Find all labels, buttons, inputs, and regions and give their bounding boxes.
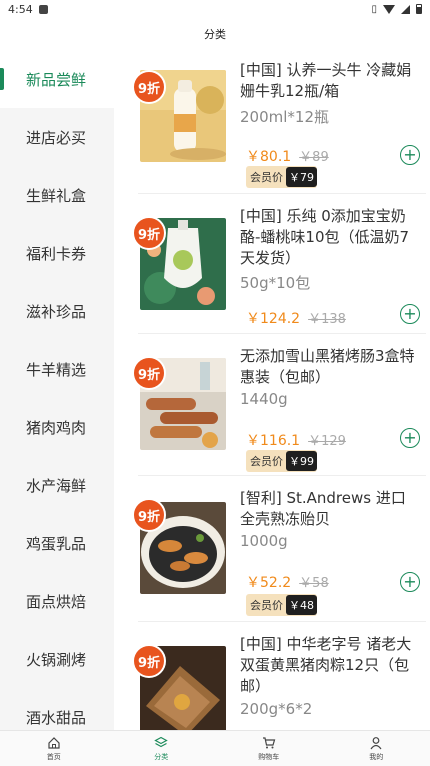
product-spec: 1000g xyxy=(240,532,288,550)
sidebar-item-label: 鸡蛋乳品 xyxy=(26,534,87,553)
sidebar-item-label: 面点烘焙 xyxy=(26,592,87,611)
status-bar: 4:54 ▯ xyxy=(0,0,430,18)
product-spec: 50g*10包 xyxy=(240,274,311,292)
original-price: ￥129 xyxy=(308,434,346,449)
sidebar-item-label: 福利卡券 xyxy=(26,244,87,263)
tab-label: 我的 xyxy=(369,752,384,761)
member-label: 会员价 xyxy=(250,455,283,468)
status-icons: ▯ xyxy=(371,4,422,15)
add-to-cart-button[interactable]: + xyxy=(400,572,420,592)
product-name: [中国] 乐纯 0添加宝宝奶酪-蟠桃味10包（低温奶7天发货） xyxy=(240,207,410,267)
wifi-icon xyxy=(383,4,395,14)
tab-label: 首页 xyxy=(46,752,61,761)
sidebar-item-label: 进店必买 xyxy=(26,128,87,147)
sidebar-item-label: 新品尝鲜 xyxy=(26,70,87,89)
product-spec: 1440g xyxy=(240,390,288,408)
member-price-tag: 会员价 ￥79 xyxy=(246,166,317,188)
product-spec: 200g*6*2 xyxy=(240,700,313,718)
add-to-cart-button[interactable]: + xyxy=(400,428,420,448)
discount-badge: 9折 xyxy=(132,70,166,104)
tab-home[interactable]: 首页 xyxy=(0,731,108,766)
add-to-cart-button[interactable]: + xyxy=(400,304,420,324)
product-name: [中国] 认养一头牛 冷藏娟姗牛乳12瓶/箱 xyxy=(240,61,412,100)
price-row: ￥124.2 ￥138 xyxy=(246,308,346,328)
product-name: [中国] 中华老字号 诸老大双蛋黄黑猪肉粽12只（包邮） xyxy=(240,635,412,695)
plus-icon: + xyxy=(403,145,417,164)
product-card[interactable]: 9折 [中国] 认养一头牛 冷藏娟姗牛乳12瓶/箱 200ml*12瓶 ￥80.… xyxy=(126,50,426,194)
sidebar-item-label: 生鲜礼盒 xyxy=(26,186,87,205)
tab-category[interactable]: 分类 xyxy=(108,731,216,766)
sidebar-item-gift-box[interactable]: 生鲜礼盒 xyxy=(0,166,114,224)
sidebar-item-coupons[interactable]: 福利卡券 xyxy=(0,224,114,282)
plus-icon: + xyxy=(403,304,417,323)
product-name: [智利] St.Andrews 进口全壳熟冻贻贝 xyxy=(240,489,406,528)
sidebar-item-pork-chicken[interactable]: 猪肉鸡肉 xyxy=(0,398,114,456)
product-price: ￥80.1 xyxy=(246,149,292,165)
sidebar-item-label: 酒水甜品 xyxy=(26,708,87,727)
price-row: ￥80.1 ￥89 xyxy=(246,146,329,166)
member-price-tag: 会员价 ￥99 xyxy=(246,450,317,472)
sidebar-item-hotpot[interactable]: 火锅涮烤 xyxy=(0,630,114,688)
discount-badge: 9折 xyxy=(132,356,166,390)
battery-icon xyxy=(416,4,422,14)
price-row: ￥52.2 ￥58 xyxy=(246,572,329,592)
layers-icon xyxy=(154,736,169,747)
product-card[interactable]: 9折 [中国] 乐纯 0添加宝宝奶酪-蟠桃味10包（低温奶7天发货） 50g*1… xyxy=(126,194,426,334)
member-label: 会员价 xyxy=(250,171,283,184)
discount-badge: 9折 xyxy=(132,498,166,532)
cart-icon xyxy=(262,736,276,748)
sidebar-item-new[interactable]: 新品尝鲜 xyxy=(0,50,114,108)
status-time: 4:54 xyxy=(8,2,33,16)
product-name: 无添加雪山黑猪烤肠3盒特惠装（包邮） xyxy=(240,347,415,386)
sidebar-item-label: 水产海鲜 xyxy=(26,476,87,495)
vibrate-icon: ▯ xyxy=(371,3,377,15)
sidebar-item-drinks[interactable]: 酒水甜品 xyxy=(0,688,114,730)
tab-profile[interactable]: 我的 xyxy=(323,731,430,766)
home-icon xyxy=(48,736,60,749)
product-price: ￥52.2 xyxy=(246,575,292,591)
category-sidebar: 新品尝鲜 进店必买 生鲜礼盒 福利卡券 滋补珍品 牛羊精选 猪肉鸡肉 水产海鲜 … xyxy=(0,50,114,730)
sidebar-item-beef-lamb[interactable]: 牛羊精选 xyxy=(0,340,114,398)
signal-icon xyxy=(401,4,410,14)
discount-badge: 9折 xyxy=(132,216,166,250)
plus-icon: + xyxy=(403,572,417,591)
product-list: 9折 [中国] 认养一头牛 冷藏娟姗牛乳12瓶/箱 200ml*12瓶 ￥80.… xyxy=(114,50,430,730)
page-header: 分类 xyxy=(0,18,430,50)
member-label: 会员价 xyxy=(250,599,283,612)
sidebar-item-must-buy[interactable]: 进店必买 xyxy=(0,108,114,166)
sidebar-item-tonic[interactable]: 滋补珍品 xyxy=(0,282,114,340)
product-price: ￥124.2 xyxy=(246,311,301,327)
page-title: 分类 xyxy=(204,28,226,41)
sidebar-item-label: 猪肉鸡肉 xyxy=(26,418,87,437)
member-price: ￥99 xyxy=(286,451,317,471)
tab-label: 购物车 xyxy=(258,752,280,761)
product-card[interactable]: 9折 [智利] St.Andrews 进口全壳熟冻贻贝 1000g ￥52.2 … xyxy=(126,476,426,622)
original-price: ￥89 xyxy=(299,150,329,165)
product-card[interactable]: 9折 无添加雪山黑猪烤肠3盒特惠装（包邮） 1440g ￥116.1 ￥129 … xyxy=(126,334,426,476)
price-row: ￥116.1 ￥129 xyxy=(246,430,346,450)
sidebar-item-seafood[interactable]: 水产海鲜 xyxy=(0,456,114,514)
member-price-tag: 会员价 ￥48 xyxy=(246,594,317,616)
discount-badge: 9折 xyxy=(132,644,166,678)
add-to-cart-button[interactable]: + xyxy=(400,145,420,165)
tab-label: 分类 xyxy=(154,752,169,761)
plus-icon: + xyxy=(403,428,417,447)
user-icon xyxy=(370,736,382,749)
product-card[interactable]: 9折 [中国] 中华老字号 诸老大双蛋黄黑猪肉粽12只（包邮） 200g*6*2 xyxy=(126,622,426,730)
sidebar-item-label: 滋补珍品 xyxy=(26,302,87,321)
sidebar-item-bakery[interactable]: 面点烘焙 xyxy=(0,572,114,630)
product-price: ￥116.1 xyxy=(246,433,301,449)
sidebar-item-label: 牛羊精选 xyxy=(26,360,87,379)
tab-cart[interactable]: 购物车 xyxy=(215,731,323,766)
sidebar-item-eggs-dairy[interactable]: 鸡蛋乳品 xyxy=(0,514,114,572)
member-price: ￥79 xyxy=(286,167,317,187)
original-price: ￥58 xyxy=(299,576,329,591)
original-price: ￥138 xyxy=(308,312,346,327)
bottom-tab-bar: 首页 分类 购物车 我的 xyxy=(0,730,430,766)
notification-icon xyxy=(38,4,48,14)
product-spec: 200ml*12瓶 xyxy=(240,108,329,126)
member-price: ￥48 xyxy=(286,595,317,615)
sidebar-item-label: 火锅涮烤 xyxy=(26,650,87,669)
